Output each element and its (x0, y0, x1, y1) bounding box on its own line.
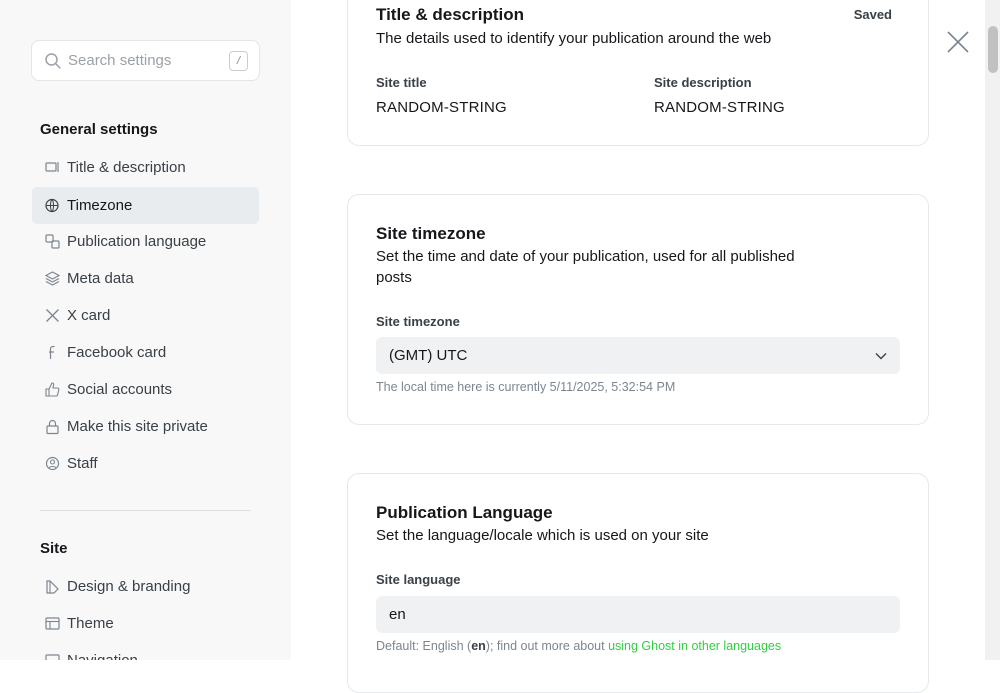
brush-icon (44, 578, 61, 595)
timezone-hint: The local time here is currently 5/11/20… (376, 380, 676, 394)
site-title-value: RANDOM-STRING (376, 99, 507, 116)
globe-icon (44, 197, 61, 214)
sidebar-item-navigation[interactable]: Navigation (32, 642, 259, 660)
saved-status: Saved (853, 7, 892, 22)
sidebar-item-facebook-card[interactable]: Facebook card (32, 334, 259, 371)
card-description-line2: posts (376, 269, 412, 286)
ghost-languages-link[interactable]: using Ghost in other languages (608, 639, 781, 653)
close-icon[interactable] (946, 30, 970, 54)
timezone-selected-value: (GMT) UTC (389, 347, 468, 364)
publication-language-card: Publication Language Set the language/lo… (347, 473, 929, 693)
thumbs-up-icon (44, 381, 61, 398)
sidebar-item-label: Design & branding (67, 578, 191, 595)
scrollbar-thumb[interactable] (988, 26, 998, 73)
sidebar-item-label: Make this site private (67, 418, 208, 435)
site-language-label: Site language (376, 572, 461, 587)
sidebar-item-design-branding[interactable]: Design & branding (32, 568, 259, 605)
sidebar-item-label: Facebook card (67, 344, 167, 361)
language-hint: Default: English (en); find out more abo… (376, 639, 781, 653)
sidebar-item-social-accounts[interactable]: Social accounts (32, 371, 259, 408)
hint-prefix: Default: English ( (376, 639, 472, 653)
sidebar-item-label: X card (67, 307, 111, 324)
sidebar-item-label: Navigation (67, 652, 138, 660)
site-language-value: en (389, 606, 406, 623)
settings-sidebar: / General settings Title & description T… (0, 0, 291, 660)
sidebar-item-x-card[interactable]: X card (32, 297, 259, 334)
title-icon (44, 159, 61, 176)
general-settings-heading: General settings (40, 121, 158, 138)
sidebar-item-label: Meta data (67, 270, 134, 287)
sidebar-item-label: Staff (67, 455, 98, 472)
staff-icon (44, 455, 61, 472)
layers-icon (44, 270, 61, 287)
sidebar-item-theme[interactable]: Theme (32, 605, 259, 642)
chevron-down-icon (875, 353, 887, 360)
card-description: Set the language/locale which is used on… (376, 527, 709, 544)
sidebar-item-label: Social accounts (67, 381, 173, 398)
lock-icon (44, 418, 61, 435)
scrollbar-track[interactable] (985, 0, 1000, 660)
sidebar-item-title-description[interactable]: Title & description (32, 149, 259, 186)
sidebar-item-label: Theme (67, 615, 114, 632)
sidebar-item-make-private[interactable]: Make this site private (32, 408, 259, 445)
sidebar-item-label: Title & description (67, 159, 186, 176)
navigation-icon (44, 652, 61, 660)
sidebar-divider (40, 510, 251, 511)
title-description-card: Title & description Saved The details us… (347, 0, 929, 146)
search-input[interactable] (68, 52, 218, 69)
card-title: Site timezone (376, 224, 486, 243)
sidebar-item-label: Publication language (67, 233, 207, 250)
hint-middle: ); find out more about (485, 639, 609, 653)
card-title: Title & description (376, 5, 524, 24)
sidebar-item-timezone[interactable]: Timezone (32, 187, 259, 224)
search-icon (45, 52, 61, 69)
card-title: Publication Language (376, 503, 553, 522)
site-title-label: Site title (376, 75, 427, 90)
timezone-card: Site timezone Set the time and date of y… (347, 194, 929, 425)
search-box[interactable]: / (31, 40, 260, 81)
site-language-input[interactable]: en (376, 596, 900, 633)
sidebar-item-label: Timezone (67, 197, 133, 214)
search-shortcut-key: / (229, 51, 248, 71)
card-description-line1: Set the time and date of your publicatio… (376, 248, 795, 265)
card-description: The details used to identify your public… (376, 30, 772, 47)
settings-main: Title & description Saved The details us… (291, 0, 985, 693)
timezone-select[interactable]: (GMT) UTC (376, 337, 900, 374)
sidebar-item-meta-data[interactable]: Meta data (32, 260, 259, 297)
x-logo-icon (44, 307, 61, 324)
timezone-field-label: Site timezone (376, 314, 460, 329)
sidebar-item-staff[interactable]: Staff (32, 445, 259, 482)
translate-icon (44, 233, 61, 250)
site-heading: Site (40, 540, 68, 557)
site-description-value: RANDOM-STRING (654, 99, 785, 116)
layout-icon (44, 615, 61, 632)
hint-code: en (471, 639, 486, 653)
sidebar-item-publication-language[interactable]: Publication language (32, 223, 259, 260)
facebook-icon (44, 344, 61, 361)
site-description-label: Site description (654, 75, 752, 90)
